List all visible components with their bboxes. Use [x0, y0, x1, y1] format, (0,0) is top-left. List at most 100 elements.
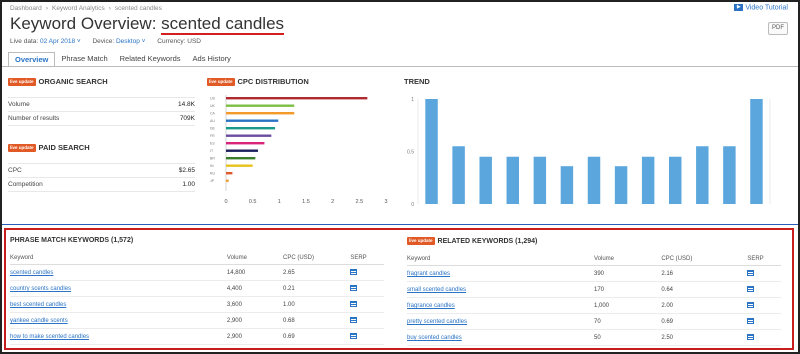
- chevron-down-icon: ˅: [139, 38, 146, 45]
- y-tick-label: 0: [411, 202, 414, 208]
- keyword-link[interactable]: country scents candles: [10, 286, 71, 292]
- serp-icon[interactable]: [747, 302, 755, 308]
- trend-section: TREND 1 0.5 0: [404, 77, 784, 208]
- related-keywords-title: RELATED KEYWORDS (1,294): [437, 237, 538, 245]
- serp-icon[interactable]: [350, 317, 358, 323]
- col-serp: SERP: [747, 253, 781, 266]
- category-label: ES: [210, 142, 215, 146]
- serp-cell: [747, 329, 781, 346]
- cpc-cell: 0.69: [283, 328, 351, 345]
- keyword-link[interactable]: pretty scented candles: [407, 319, 467, 325]
- video-tutorial-link[interactable]: ▶ Video Tutorial: [734, 4, 788, 11]
- x-tick-label: 2: [331, 199, 334, 205]
- keyword-cell: best scented candles: [10, 296, 227, 313]
- serp-icon[interactable]: [350, 285, 358, 291]
- keyword-cell: scented candles: [10, 264, 227, 281]
- x-tick-label: 1: [278, 199, 281, 205]
- serp-icon[interactable]: [747, 334, 755, 340]
- category-label: CA: [210, 112, 216, 116]
- title-prefix: Keyword Overview:: [10, 14, 162, 33]
- keyword-link[interactable]: best scented candles: [10, 302, 66, 308]
- trend-bar: [696, 146, 709, 204]
- cpc-distribution-section: live update CPC DISTRIBUTION US UK CA AU DE FR…: [207, 77, 388, 205]
- keyword-link[interactable]: small scented candles: [407, 287, 466, 293]
- trend-bar: [479, 156, 492, 204]
- breadcrumb: Dashboard › Keyword Analytics › scented cand…: [10, 5, 162, 12]
- table-row: buy scented candles 50 2.50: [407, 329, 781, 346]
- tab-overview[interactable]: Overview: [8, 52, 56, 67]
- page-title: Keyword Overview: scented candles: [10, 14, 285, 35]
- tab-ads-history[interactable]: Ads History: [187, 52, 237, 67]
- col-keyword: Keyword: [10, 252, 227, 265]
- serp-icon[interactable]: [350, 301, 358, 307]
- date-dropdown[interactable]: 02 Apr 2018: [40, 38, 75, 45]
- keyword-link[interactable]: how to make scented candles: [10, 334, 89, 340]
- serp-icon[interactable]: [747, 318, 755, 324]
- keyword-cell: how to make scented candles: [10, 328, 227, 345]
- breadcrumb-current: scented candles: [114, 5, 162, 12]
- play-icon: ▶: [734, 4, 744, 11]
- trend-chart: 10.50: [407, 97, 771, 208]
- device-label: Device:: [92, 38, 115, 45]
- keywords-tables-box: PHRASE MATCH KEYWORDS (1,572) Keyword Vo…: [4, 228, 794, 350]
- cpc-bar: [226, 119, 279, 122]
- breadcrumb-keyword-analytics[interactable]: Keyword Analytics: [52, 5, 105, 12]
- paid-row: CPC $2.65: [8, 163, 195, 179]
- cpc-bar: [226, 97, 368, 100]
- row-label: Number of results: [8, 115, 60, 123]
- breadcrumb-dashboard[interactable]: Dashboard: [10, 5, 42, 12]
- category-label: UK: [210, 104, 216, 108]
- table-row: country scents candles 4,400 0.21: [10, 280, 384, 297]
- table-row: fragrant candles 390 2.16: [407, 265, 781, 282]
- volume-cell: 170: [594, 281, 662, 298]
- trend-bar: [750, 99, 763, 204]
- serp-cell: [350, 328, 384, 345]
- cpc-cell: 1.00: [283, 296, 351, 313]
- serp-icon[interactable]: [350, 333, 358, 339]
- keyword-link[interactable]: buy scented candles: [407, 335, 462, 341]
- row-value: 14.8K: [178, 101, 195, 109]
- serp-cell: [747, 297, 781, 314]
- keyword-link[interactable]: scented candles: [10, 270, 53, 276]
- row-value: $2.65: [178, 167, 195, 175]
- keyword-link[interactable]: yankee candle scents: [10, 318, 68, 324]
- x-tick-label: 3: [384, 199, 387, 205]
- meta-bar: Live data: 02 Apr 2018 ˅ Device: Desktop…: [10, 38, 211, 45]
- paid-row: Competition 1.00: [8, 178, 195, 193]
- trend-title: TREND: [404, 77, 430, 86]
- chevron-down-icon: ˅: [75, 38, 81, 45]
- cpc-bar: [226, 149, 258, 152]
- organic-title: ORGANIC SEARCH: [38, 77, 108, 86]
- serp-cell: [350, 264, 384, 281]
- cpc-title: CPC DISTRIBUTION: [237, 77, 309, 86]
- serp-icon[interactable]: [350, 269, 358, 275]
- phrase-match-title: PHRASE MATCH KEYWORDS (1,572): [10, 237, 134, 244]
- keyword-cell: fragrant candles: [407, 265, 594, 282]
- cpc-bar: [226, 104, 295, 107]
- keyword-link[interactable]: fragrant candles: [407, 271, 450, 277]
- title-keyword: scented candles: [161, 14, 285, 35]
- cpc-bar: [226, 164, 253, 167]
- device-dropdown[interactable]: Desktop: [116, 38, 140, 45]
- cpc-bar: [226, 157, 256, 160]
- serp-icon[interactable]: [747, 286, 755, 292]
- cpc-bar: [226, 134, 272, 137]
- cpc-distribution-chart: US UK CA AU DE FR ES IT BR IN RU JP 0 0.5 1 1.5 2 2.5 3: [210, 95, 388, 205]
- pdf-button[interactable]: PDF: [768, 22, 788, 35]
- y-tick-label: 0.5: [407, 150, 414, 156]
- tab-related-keywords[interactable]: Related Keywords: [114, 52, 187, 67]
- y-tick-label: 1: [411, 97, 414, 103]
- trend-bar: [425, 99, 438, 204]
- trend-bar: [452, 146, 465, 204]
- cpc-bar: [226, 142, 265, 145]
- table-row: yankee candle scents 2,900 0.68: [10, 312, 384, 329]
- category-label: BR: [210, 157, 215, 161]
- cpc-cell: 2.50: [661, 329, 748, 346]
- trend-bar: [723, 146, 736, 204]
- keyword-link[interactable]: fragrance candles: [407, 303, 455, 309]
- serp-icon[interactable]: [747, 270, 755, 276]
- cpc-cell: 0.68: [283, 312, 351, 329]
- serp-cell: [747, 313, 781, 330]
- tab-phrase-match[interactable]: Phrase Match: [55, 52, 113, 67]
- section-divider: [2, 224, 798, 225]
